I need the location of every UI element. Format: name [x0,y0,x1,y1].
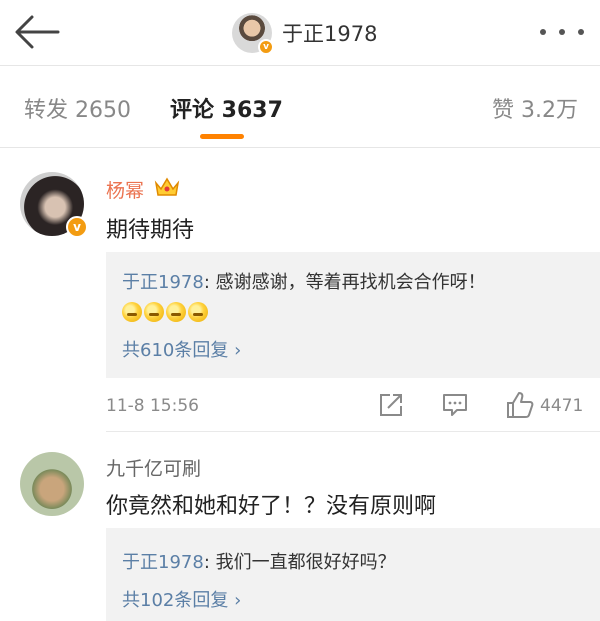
author-avatar[interactable]: v [232,13,274,55]
post-author-header[interactable]: v 于正1978 [232,12,378,55]
grin-emoji-icon [122,302,142,322]
reply-preview[interactable]: 于正1978: 我们一直都很好好吗？ 共102条回复 › [106,528,600,621]
commenter-name[interactable]: 杨幂 [106,176,144,203]
like-count: 4471 [540,396,584,416]
share-icon[interactable] [378,392,404,418]
commenter-avatar[interactable] [20,452,84,516]
tab-comment[interactable]: 评论 3637 [170,92,283,124]
grin-emoji-icon [144,302,164,322]
view-replies-link[interactable]: 共610条回复 › [122,336,241,362]
grin-emoji-icon [188,302,208,322]
crown-icon [154,177,180,196]
top-bar: v 于正1978 [0,0,600,66]
verified-badge: v [66,216,88,238]
reply-content: : 我们一直都很好好吗？ [203,552,396,573]
tab-like[interactable]: 赞 3.2万 [492,92,578,124]
comment-text: 期待期待 [106,218,195,243]
active-tab-indicator [200,134,244,139]
page-title: 于正1978 [282,22,378,46]
tab-repost[interactable]: 转发 2650 [24,92,131,124]
comment-timestamp: 11-8 15:56 [106,396,199,416]
reply-emojis [122,302,208,322]
reply-author[interactable]: 于正1978 [122,552,204,573]
reply-text: 于正1978: 感谢感谢，等着再找机会合作呀！ [122,268,486,294]
reply-author[interactable]: 于正1978 [122,272,204,293]
view-replies-link[interactable]: 共102条回复 › [122,586,241,612]
back-arrow-icon[interactable] [14,14,60,50]
comment-icon[interactable] [442,393,468,417]
verified-badge: v [258,39,274,55]
comment-text: 你竟然和她和好了！？没有原则啊 [106,494,437,519]
commenter-avatar[interactable]: v [20,172,88,238]
reply-preview[interactable]: 于正1978: 感谢感谢，等着再找机会合作呀！ 共610条回复 › [106,252,600,378]
thumbs-up-icon[interactable] [506,391,534,419]
comment-item: v 杨幂 期待期待 于正1978: 感谢感谢，等着再找机会合作呀！ 共610条回… [0,148,600,432]
more-options-icon[interactable] [540,20,584,44]
grin-emoji-icon [166,302,186,322]
reply-text: 于正1978: 我们一直都很好好吗？ [122,548,396,574]
comment-item: 九千亿可刷 你竟然和她和好了！？没有原则啊 于正1978: 我们一直都很好好吗？… [0,432,600,621]
reply-content: : 感谢感谢，等着再找机会合作呀！ [203,272,486,293]
post-tabs: 转发 2650 评论 3637 赞 3.2万 [0,66,600,148]
commenter-name[interactable]: 九千亿可刷 [106,454,201,481]
